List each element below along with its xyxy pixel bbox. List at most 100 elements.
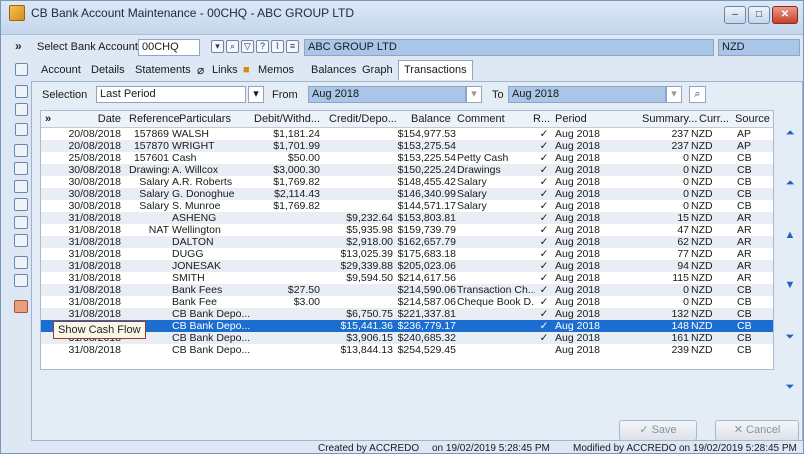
col-comment[interactable]: Comment: [457, 113, 505, 125]
next-record-icon[interactable]: ▼: [783, 279, 797, 291]
edit-icon[interactable]: [15, 63, 28, 76]
table-row[interactable]: 31/08/2018 JONESAK $29,339.88 $205,023.06 ✓ A…: [41, 260, 773, 272]
table-row[interactable]: 31/08/2018 Bank Fee $3.00 $214,587.06 Cheque…: [41, 296, 773, 308]
cell-particulars: Wellington: [172, 224, 221, 236]
col-currency[interactable]: Curr...: [699, 113, 729, 125]
memo-icon[interactable]: ≡: [286, 40, 299, 53]
add-transaction-icon[interactable]: [14, 144, 28, 157]
table-row[interactable]: 31/08/2018 DALTON $2,918.00 $162,657.79 ✓ Aug…: [41, 236, 773, 248]
selection-dropdown[interactable]: Last Period: [96, 86, 246, 103]
last-record-icon[interactable]: ⏷: [783, 381, 797, 393]
cell-reconciled: ✓: [539, 212, 549, 224]
delete-record-icon[interactable]: [15, 123, 28, 136]
edit-transaction-icon[interactable]: [14, 162, 28, 175]
account-code-field[interactable]: 00CHQ: [138, 39, 200, 56]
col-balance[interactable]: Balance: [411, 113, 451, 125]
col-date[interactable]: Date: [91, 113, 121, 125]
cell-particulars: WRIGHT: [172, 140, 215, 152]
tab-balances[interactable]: Balances: [311, 60, 356, 80]
col-particulars[interactable]: Particulars: [179, 113, 231, 125]
expand-chevron-icon[interactable]: »: [15, 39, 22, 53]
cell-date: 31/08/2018: [68, 308, 121, 320]
tab-graph[interactable]: Graph: [362, 60, 393, 80]
table-row[interactable]: 30/08/2018 Drawings A. Willcox $3,000.30 $15…: [41, 164, 773, 176]
col-credit[interactable]: Credit/Depo...: [329, 113, 397, 125]
first-record-icon[interactable]: ⏶: [783, 127, 797, 139]
currency-field: NZD: [718, 39, 800, 56]
table-row[interactable]: 31/08/2018 CB Bank Depo... $6,750.75 $221,3…: [41, 308, 773, 320]
cell-reconciled: ✓: [539, 236, 549, 248]
tab-links[interactable]: Links: [212, 60, 238, 80]
filter-funnel-icon[interactable]: [14, 216, 28, 229]
table-row[interactable]: 31/08/2018 DUGG $13,025.39 $175,683.18 ✓ Aug …: [41, 248, 773, 260]
cell-reconciled: ✓: [539, 176, 549, 188]
cell-reconciled: ✓: [539, 332, 549, 344]
table-row[interactable]: 20/08/2018 157870 WRIGHT $1,701.99 $153,275.…: [41, 140, 773, 152]
tab-transactions[interactable]: Transactions: [398, 60, 473, 80]
link-icon[interactable]: ⌇: [271, 40, 284, 53]
cell-credit: $13,025.39: [340, 248, 393, 260]
cell-particulars: JONESAK: [172, 260, 222, 272]
table-row[interactable]: 30/08/2018 Salary S. Munroe $1,769.82 $144,5…: [41, 200, 773, 212]
hint-icon[interactable]: ?: [256, 40, 269, 53]
col-summary[interactable]: Summary...: [642, 113, 697, 125]
chart-report-icon[interactable]: [14, 234, 28, 247]
table-row[interactable]: 31/08/2018CB Bank Depo...$15,441.36$236,…: [41, 320, 773, 332]
col-period[interactable]: Period: [555, 113, 587, 125]
previous-record-icon[interactable]: ▲: [783, 229, 797, 241]
cell-period: Aug 2018: [555, 140, 600, 152]
tooltip: Show Cash Flow: [53, 321, 146, 339]
tab-account[interactable]: Account: [41, 60, 81, 80]
page-down-icon[interactable]: ⏷: [783, 331, 797, 343]
table-row[interactable]: 31/08/2018CB Bank Depo...$3,906.15$240,6…: [41, 332, 773, 344]
close-button[interactable]: ✕: [772, 6, 798, 24]
to-period-field[interactable]: Aug 2018: [508, 86, 666, 103]
save-button[interactable]: ✓ Save: [619, 420, 697, 441]
export-icon[interactable]: [14, 180, 28, 193]
cell-summary: 0: [683, 188, 689, 200]
cell-reconciled: ✓: [539, 260, 549, 272]
binoculars-icon[interactable]: ⌕: [226, 40, 239, 53]
table-row[interactable]: 31/08/2018 NAT Wellington $5,935.98 $159,739…: [41, 224, 773, 236]
refresh-search-icon[interactable]: ⌕: [689, 86, 706, 103]
cell-particulars: DALTON: [172, 236, 214, 248]
tab-details[interactable]: Details: [91, 60, 125, 80]
table-row[interactable]: 31/08/2018 Bank Fees $27.50 $214,590.06 Tran…: [41, 284, 773, 296]
from-period-arrow-icon[interactable]: ▾: [466, 86, 482, 103]
table-row[interactable]: 31/08/2018 CB Bank Depo... $13,844.13 $254,…: [41, 344, 773, 356]
tab-statements[interactable]: Statements: [135, 60, 191, 80]
selection-dropdown-arrow-icon[interactable]: ▾: [248, 86, 264, 103]
minimize-button[interactable]: –: [724, 6, 746, 24]
dropdown-arrow-icon[interactable]: ▾: [211, 40, 224, 53]
to-period-arrow-icon[interactable]: ▾: [666, 86, 682, 103]
table-row[interactable]: 31/08/2018 ASHENG $9,232.64 $153,803.81 ✓ Aug…: [41, 212, 773, 224]
cell-reconciled: ✓: [539, 152, 549, 164]
col-reconciled[interactable]: R...: [533, 113, 550, 125]
add-record-icon[interactable]: [15, 85, 28, 98]
show-cash-flow-icon[interactable]: [14, 300, 28, 313]
tab-memos[interactable]: Memos: [258, 60, 294, 80]
from-period-field[interactable]: Aug 2018: [308, 86, 466, 103]
grid-expand-chevron-icon[interactable]: »: [45, 113, 51, 125]
table-row[interactable]: 20/08/2018 157869 WALSH $1,181.24 $154,977.5…: [41, 128, 773, 140]
table-row[interactable]: 25/08/2018 157601 Cash $50.00 $153,225.54 Pet…: [41, 152, 773, 164]
find-binoculars-icon[interactable]: [14, 274, 28, 287]
copy-record-icon[interactable]: [15, 103, 28, 116]
title-bar[interactable]: CB Bank Account Maintenance - 00CHQ - AB…: [1, 1, 803, 35]
col-source[interactable]: Source: [735, 113, 770, 125]
table-row[interactable]: 31/08/2018 SMITH $9,594.50 $214,617.56 ✓ Aug …: [41, 272, 773, 284]
cancel-button[interactable]: ✕ Cancel: [715, 420, 799, 441]
col-reference[interactable]: Reference: [129, 113, 180, 125]
cell-period: Aug 2018: [555, 188, 600, 200]
filter-icon[interactable]: ▽: [241, 40, 254, 53]
print-icon[interactable]: [14, 198, 28, 211]
col-debit[interactable]: Debit/Withd...: [254, 113, 320, 125]
cell-debit: $1,769.82: [273, 200, 320, 212]
cell-source: AR: [737, 212, 752, 224]
table-row[interactable]: 30/08/2018 Salary A.R. Roberts $1,769.82 $14…: [41, 176, 773, 188]
table-row[interactable]: 30/08/2018 Salary G. Donoghue $2,114.43 $146…: [41, 188, 773, 200]
spreadsheet-icon[interactable]: [14, 256, 28, 269]
maximize-button[interactable]: □: [748, 6, 770, 24]
cell-date: 31/08/2018: [68, 272, 121, 284]
page-up-icon[interactable]: ⏶: [783, 177, 797, 189]
